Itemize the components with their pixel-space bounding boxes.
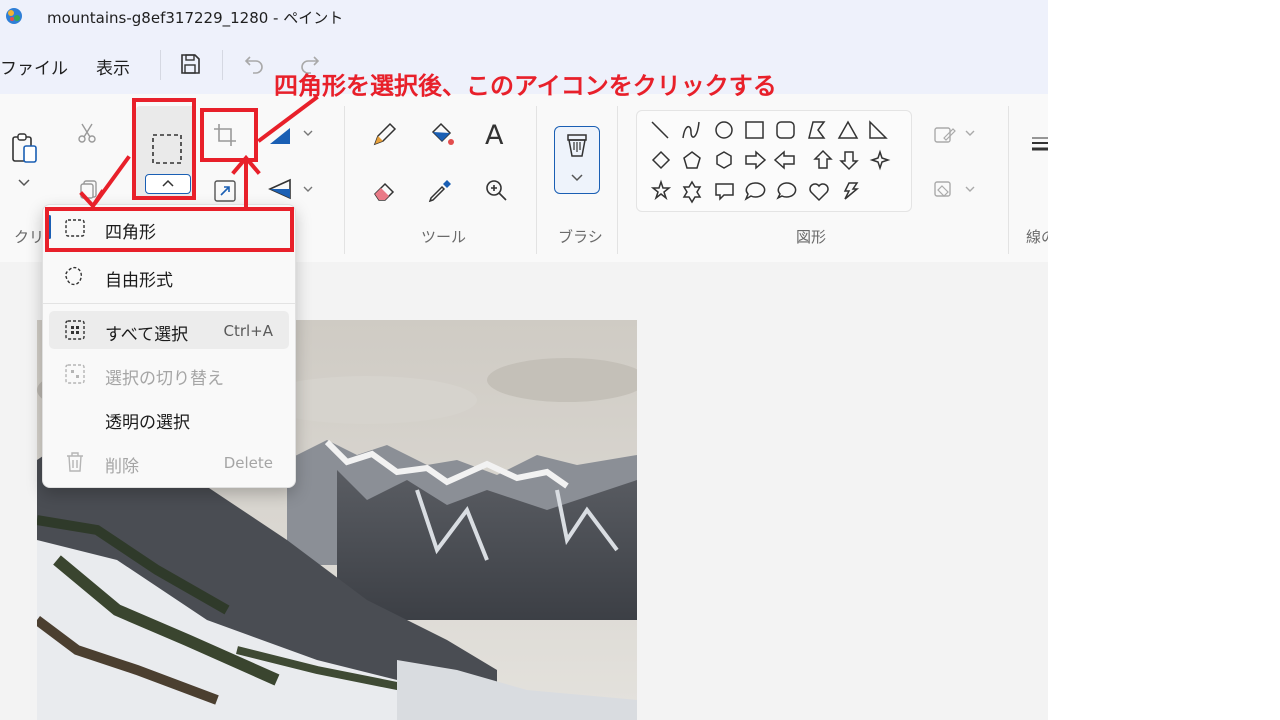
- menu-item-shortcut: Delete: [223, 454, 273, 472]
- menu-item-label: 自由形式: [105, 271, 173, 291]
- save-icon[interactable]: [178, 52, 202, 76]
- ribbon-divider: [344, 106, 345, 254]
- menu-divider: [222, 50, 223, 80]
- highlight-rectangle-item: [45, 207, 294, 252]
- menu-item-label: 透明の選択: [105, 413, 190, 433]
- menu-item-select-all[interactable]: すべて選択 Ctrl+A: [49, 311, 289, 349]
- highlight-crop-button: [200, 108, 258, 162]
- menu-item-label: 選択の切り替え: [105, 369, 224, 389]
- pencil-icon[interactable]: [371, 122, 397, 148]
- color-picker-icon[interactable]: [427, 178, 453, 204]
- resize-icon[interactable]: [212, 178, 238, 204]
- trash-icon: [67, 452, 83, 472]
- select-all-icon: [65, 320, 85, 340]
- tools-group-label: ツール: [421, 228, 467, 246]
- clipboard-group-label: クリ: [14, 228, 45, 246]
- file-menu[interactable]: ファイル: [0, 54, 68, 79]
- fill-bucket-icon[interactable]: [427, 120, 455, 148]
- eraser-icon[interactable]: [371, 178, 397, 204]
- chevron-down-icon[interactable]: [302, 184, 314, 194]
- menu-item-label: すべて選択: [105, 325, 189, 345]
- highlight-select-button: [132, 98, 196, 200]
- brush-icon: [567, 134, 587, 157]
- view-menu[interactable]: 表示: [96, 54, 130, 79]
- ribbon-divider: [536, 106, 537, 254]
- menu-item-invert-selection[interactable]: 選択の切り替え: [49, 355, 289, 393]
- paste-icon[interactable]: [10, 132, 40, 166]
- menu-item-shortcut: Ctrl+A: [223, 322, 273, 340]
- title-bar: mountains-g8ef317229_1280 - ペイント: [0, 0, 1048, 34]
- outline-icon[interactable]: [932, 124, 958, 146]
- chevron-down-icon[interactable]: [964, 184, 976, 194]
- shapes-gallery[interactable]: [636, 110, 912, 212]
- menu-item-transparent-selection[interactable]: 透明の選択: [49, 399, 289, 437]
- text-icon[interactable]: A: [485, 120, 503, 151]
- cut-icon[interactable]: [76, 122, 98, 144]
- chevron-down-icon[interactable]: [302, 128, 314, 138]
- chevron-down-icon[interactable]: [964, 128, 976, 138]
- menu-item-delete[interactable]: 削除 Delete: [49, 443, 289, 481]
- window-title: mountains-g8ef317229_1280 - ペイント: [47, 9, 344, 27]
- menu-divider: [43, 303, 295, 304]
- freeform-select-icon: [65, 266, 83, 286]
- undo-icon[interactable]: [242, 52, 266, 76]
- chevron-down-icon[interactable]: [17, 178, 31, 188]
- paint-app-icon: [6, 8, 22, 24]
- brush-button[interactable]: [554, 126, 600, 194]
- ribbon-divider: [617, 106, 618, 254]
- shapes-icons[interactable]: [649, 119, 907, 207]
- brush-group-label: ブラシ: [558, 228, 603, 246]
- invert-selection-icon: [65, 364, 85, 384]
- menu-item-label: 削除: [105, 457, 139, 477]
- flip-icon[interactable]: [268, 178, 294, 200]
- copy-icon[interactable]: [78, 178, 100, 200]
- rotate-icon[interactable]: [268, 124, 294, 146]
- fill-icon[interactable]: [932, 178, 958, 200]
- shapes-group-label: 図形: [796, 228, 827, 246]
- paint-window: mountains-g8ef317229_1280 - ペイント ファイル 表示: [0, 0, 1048, 720]
- magnifier-icon[interactable]: [484, 178, 508, 202]
- chevron-down-icon: [571, 174, 583, 182]
- annotation-text: 四角形を選択後、このアイコンをクリックする: [274, 72, 777, 100]
- menu-divider: [160, 50, 161, 80]
- line-width-icon[interactable]: [1030, 134, 1048, 158]
- menu-item-freeform[interactable]: 自由形式: [49, 257, 289, 295]
- ribbon-divider: [1008, 106, 1009, 254]
- line-group-label: 線の: [1026, 228, 1048, 246]
